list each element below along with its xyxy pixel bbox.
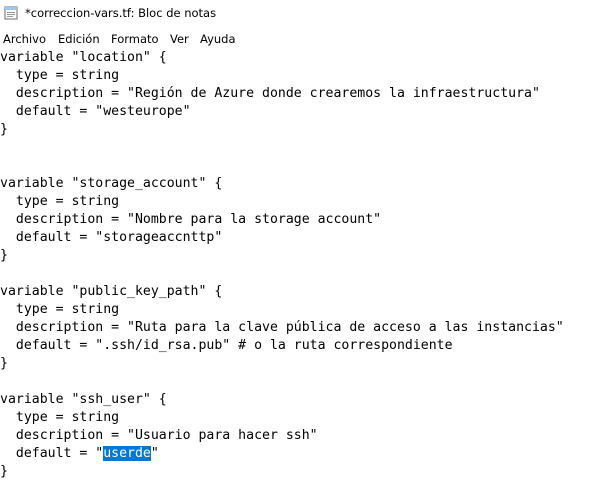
editor-line: description = "Ruta para la clave públic… bbox=[0, 320, 564, 335]
editor-line: } bbox=[0, 464, 8, 479]
menu-ayuda[interactable]: Ayuda bbox=[200, 32, 236, 46]
editor-line: variable "public_key_path" { bbox=[0, 284, 223, 299]
window-title: *correccion-vars.tf: Bloc de notas bbox=[25, 6, 217, 20]
editor-line: default = ".ssh/id_rsa.pub" # o la ruta … bbox=[0, 338, 453, 353]
editor-line: description = "Nombre para la storage ac… bbox=[0, 212, 382, 227]
editor-line: type = string bbox=[0, 68, 120, 83]
editor-line: description = "Región de Azure donde cre… bbox=[0, 86, 540, 101]
menu-formato[interactable]: Formato bbox=[111, 32, 159, 46]
notepad-icon bbox=[4, 6, 18, 20]
editor-line: default = "storageaccnttp" bbox=[0, 230, 223, 245]
editor-line: variable "ssh_user" { bbox=[0, 392, 167, 407]
editor-line: variable "location" { bbox=[0, 50, 167, 65]
editor-line: } bbox=[0, 122, 8, 137]
editor-line: type = string bbox=[0, 410, 120, 425]
editor-line: variable "storage_account" { bbox=[0, 176, 223, 191]
line-text-before-selection: default = " bbox=[0, 446, 104, 461]
menu-ver[interactable]: Ver bbox=[170, 32, 189, 46]
editor-line-selected: default = "userde" bbox=[0, 445, 159, 463]
editor-line: description = "Usuario para hacer ssh" bbox=[0, 428, 318, 443]
editor-line: } bbox=[0, 248, 8, 263]
editor-line: type = string bbox=[0, 302, 120, 317]
line-text-after-selection: " bbox=[150, 446, 159, 461]
editor-line: default = "westeurope" bbox=[0, 104, 191, 119]
menu-archivo[interactable]: Archivo bbox=[3, 32, 46, 46]
text-editor-area[interactable]: variable "location" { type = string desc… bbox=[0, 49, 597, 485]
menu-bar: Archivo Edición Formato Ver Ayuda bbox=[0, 28, 597, 49]
editor-line: } bbox=[0, 356, 8, 371]
editor-line: type = string bbox=[0, 194, 120, 209]
text-selection[interactable]: userde bbox=[103, 446, 151, 461]
menu-edicion[interactable]: Edición bbox=[58, 32, 100, 46]
title-bar: *correccion-vars.tf: Bloc de notas bbox=[0, 0, 597, 28]
